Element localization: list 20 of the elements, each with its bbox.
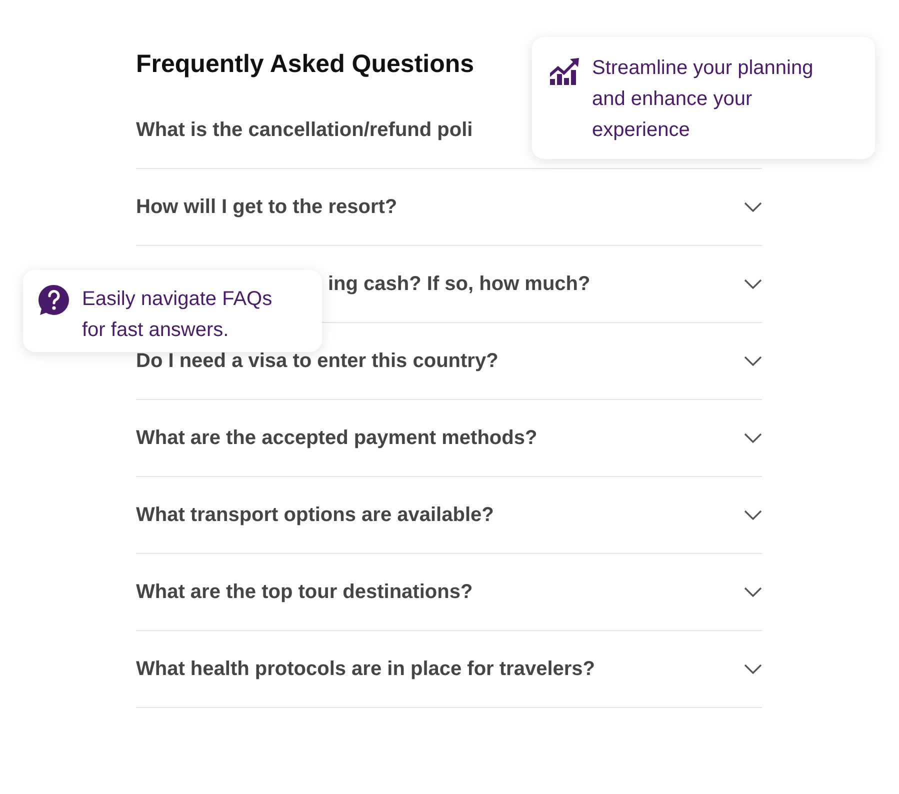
faq-question[interactable]: What transport options are available?: [136, 504, 494, 526]
chevron-icon[interactable]: [744, 587, 762, 597]
chevron-icon[interactable]: [744, 510, 762, 520]
help-icon: [38, 284, 70, 316]
faq-question[interactable]: What health protocols are in place for travelers?: [136, 658, 596, 680]
callout-text: Streamline your planning and enhance your experience: [592, 56, 814, 143]
faq-question[interactable]: How will I get to the resort?: [136, 196, 398, 218]
callout-text: Easily navigate FAQs for fast answers.: [82, 287, 274, 343]
faq-question[interactable]: What are the accepted payment methods?: [136, 426, 538, 450]
chevron-icon[interactable]: [744, 664, 762, 674]
faq-question[interactable]: What is the cancellation/refund poli: [136, 118, 473, 142]
chevron-icon[interactable]: [744, 356, 762, 366]
chart-icon: [548, 57, 580, 85]
faq-heading: Frequently Asked Questions: [136, 49, 474, 80]
chevron-icon[interactable]: [744, 433, 762, 443]
faq-question[interactable]: Do I need a visa to enter this country?: [136, 350, 498, 372]
faq-question[interactable]: ing cash? If so, how much?: [328, 272, 590, 296]
chevron-icon[interactable]: [744, 279, 762, 289]
faq-question[interactable]: What are the top tour destinations?: [136, 580, 473, 604]
chevron-icon[interactable]: [744, 202, 762, 212]
